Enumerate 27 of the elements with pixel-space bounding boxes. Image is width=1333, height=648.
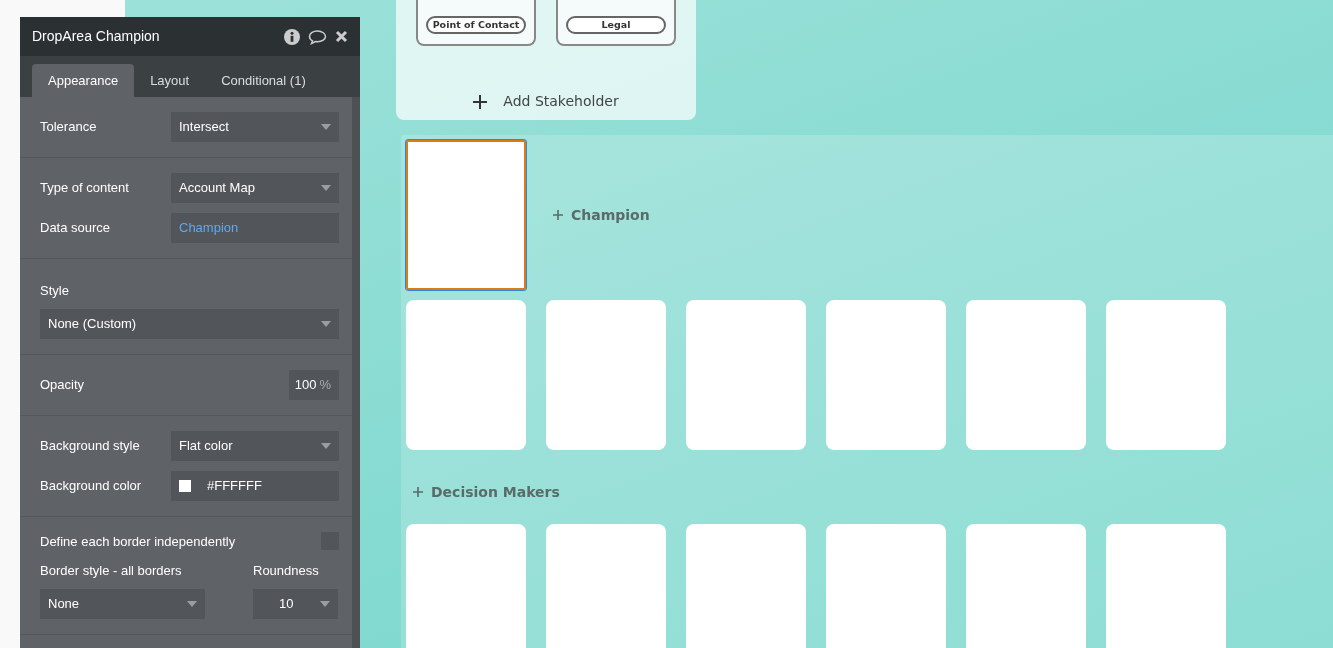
tab[interactable]: Conditional (1) [205, 64, 322, 97]
field-label: Tolerance [40, 118, 98, 137]
field-label: Border style - all borders [40, 562, 183, 580]
number-field[interactable]: 100 % [289, 369, 339, 400]
dropdown[interactable]: None [40, 588, 205, 619]
field-label: Style [40, 282, 70, 300]
field-label: Roundness [253, 562, 320, 580]
field-label: Background color [40, 476, 143, 495]
field-label: Type of content [40, 179, 130, 198]
panel-title: DropArea Champion [32, 27, 160, 46]
role-tag: Point of Contact [426, 16, 526, 34]
role-tag: Legal [566, 16, 666, 34]
field-label: Background style [40, 436, 141, 455]
section-label[interactable]: Champion [553, 204, 650, 226]
dropdown[interactable]: Account Map [171, 173, 339, 203]
field-label: Data source [40, 219, 112, 238]
dropdown[interactable]: None (Custom) [40, 308, 339, 339]
add-stakeholder-button[interactable]: Add Stakeholder [467, 90, 625, 113]
tab[interactable]: Appearance [32, 64, 135, 97]
dropdown[interactable]: Flat color [171, 430, 339, 461]
field-label: Opacity [40, 375, 86, 394]
color-field[interactable]: #FFFFFF [171, 470, 339, 501]
section-label[interactable]: Decision Makers [413, 484, 1333, 500]
dropdown[interactable]: 10 [253, 588, 338, 619]
dropdown[interactable]: Intersect [171, 112, 339, 142]
tab[interactable]: Layout [134, 64, 206, 97]
field-label: Define each border independently [40, 532, 236, 551]
